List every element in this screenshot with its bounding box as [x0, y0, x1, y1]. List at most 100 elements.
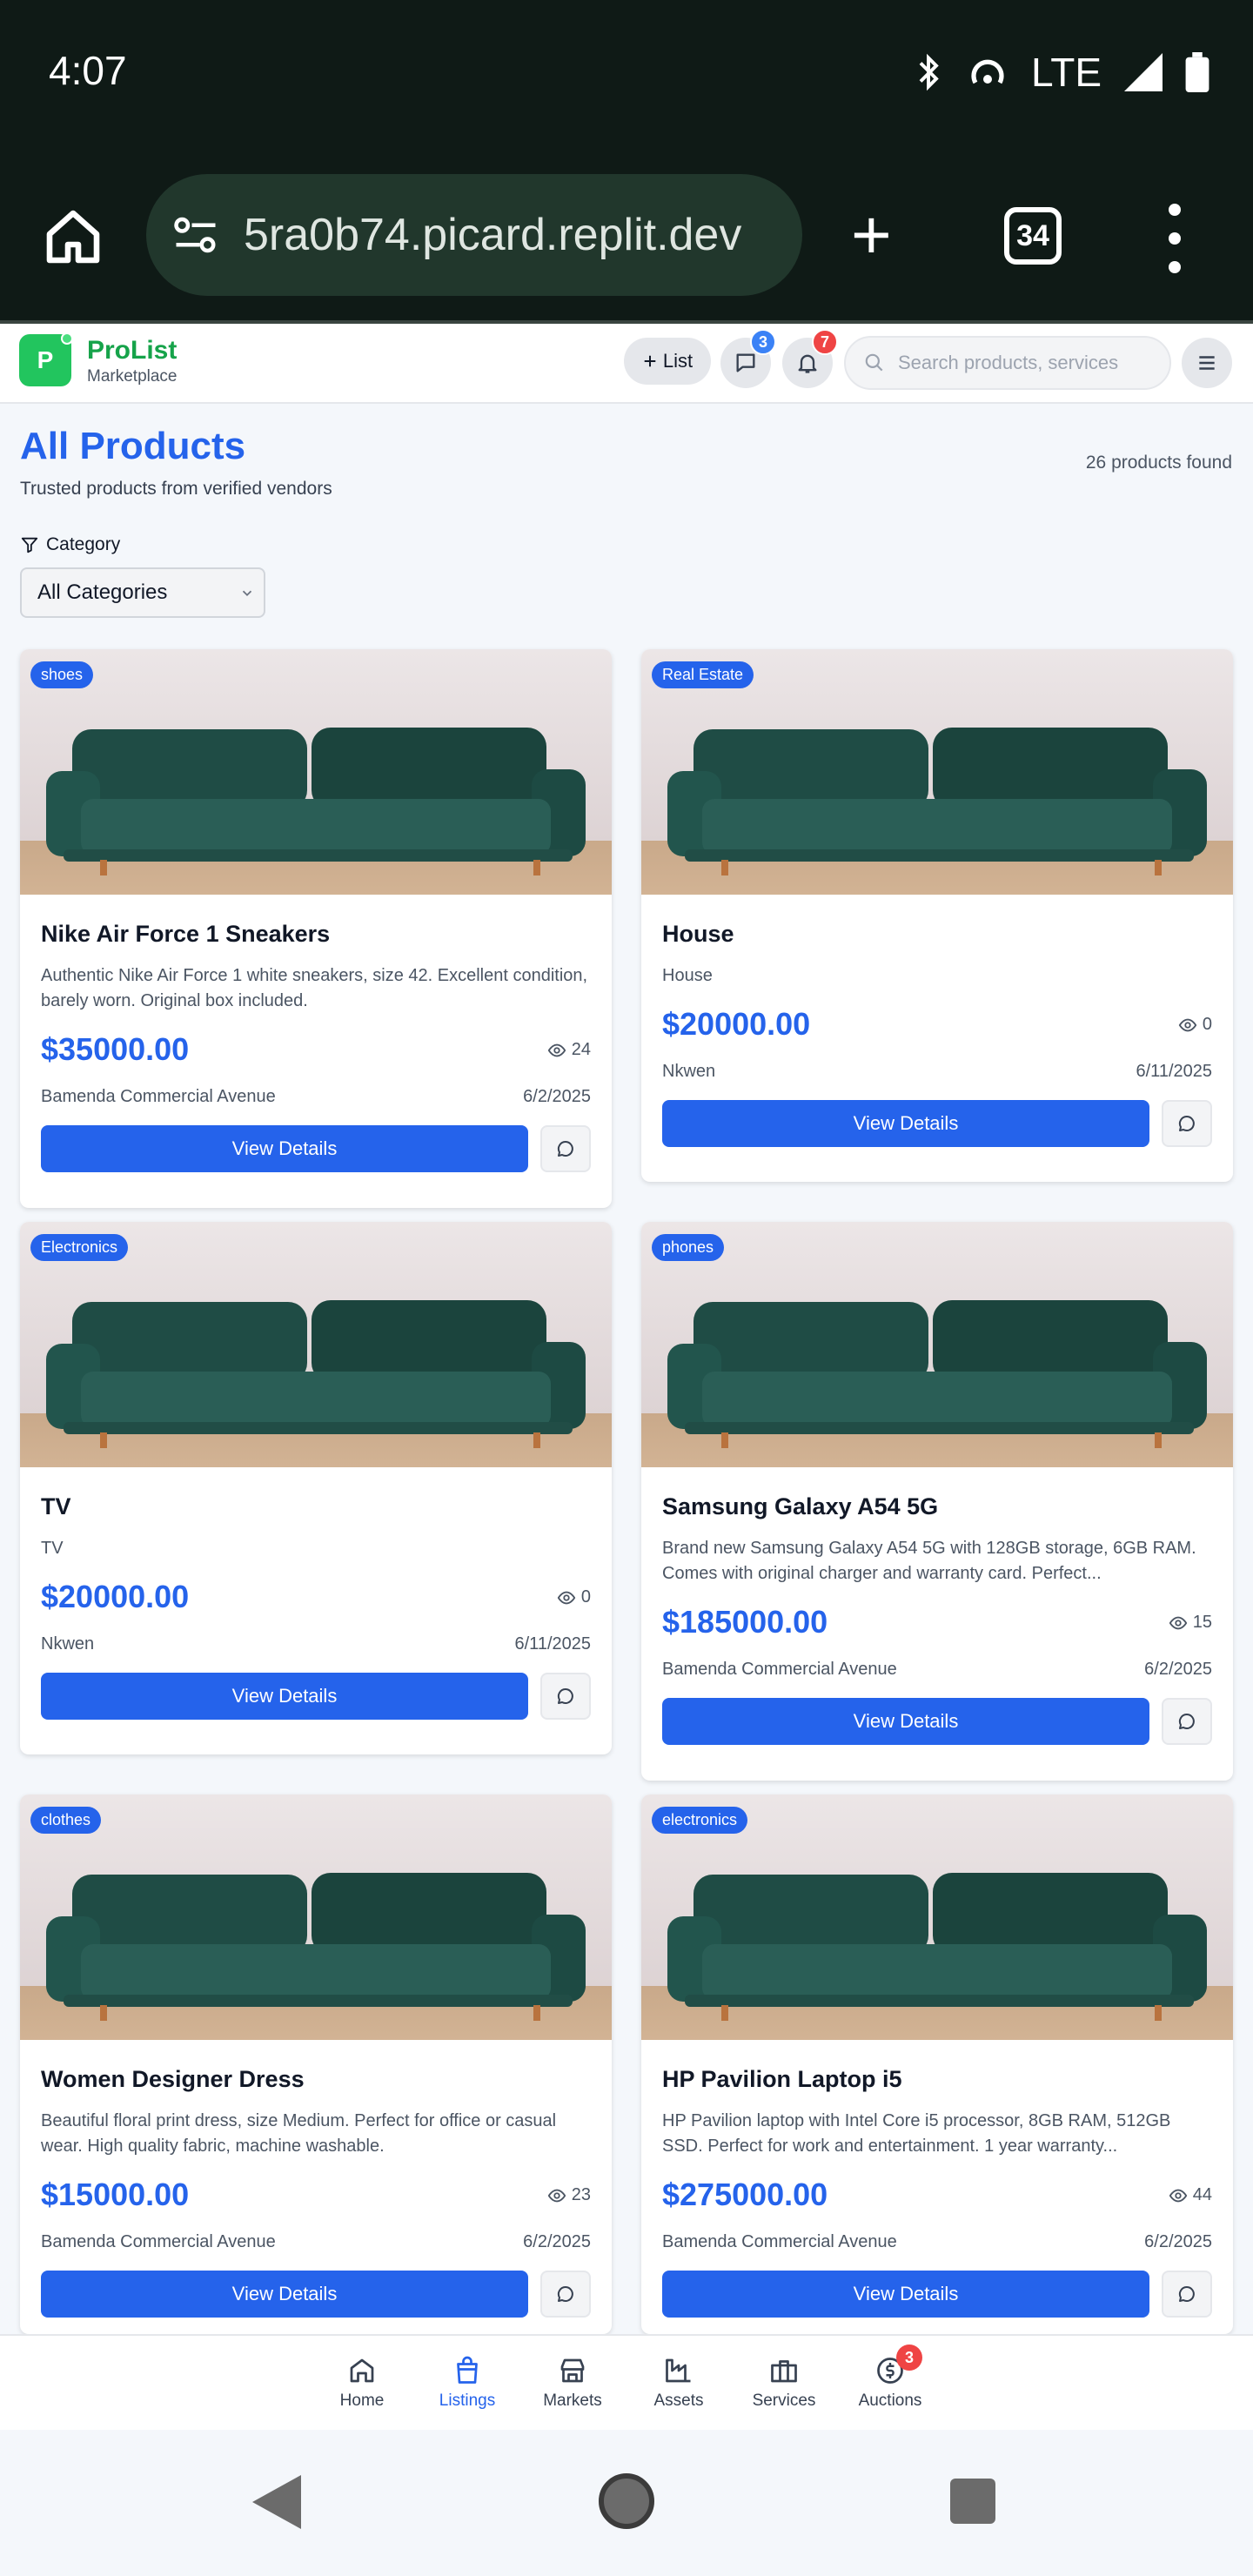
product-date: 6/11/2025: [514, 1634, 592, 1654]
product-image[interactable]: phones: [641, 1222, 1233, 1467]
product-title[interactable]: TV: [41, 1493, 591, 1520]
category-tag: Real Estate: [652, 661, 754, 688]
message-seller-button[interactable]: [1162, 1100, 1212, 1147]
product-image[interactable]: Electronics: [20, 1222, 612, 1467]
search-input[interactable]: Search products, services: [844, 336, 1171, 390]
home-icon: [350, 2358, 374, 2383]
eye-icon: [547, 2189, 566, 2202]
message-seller-button[interactable]: [1162, 1698, 1212, 1745]
product-card[interactable]: shoes Nike Air Force 1 Sneakers Authentic …: [20, 649, 612, 1208]
view-details-button[interactable]: View Details: [662, 1100, 1149, 1147]
eye-icon: [1178, 1018, 1197, 1031]
system-home-button[interactable]: [599, 2473, 654, 2529]
signal-icon: [1124, 53, 1163, 91]
browser-menu-button[interactable]: [1166, 204, 1183, 273]
plus-icon: [644, 355, 656, 367]
sofa-image: [46, 1873, 586, 2021]
product-description: Authentic Nike Air Force 1 white sneaker…: [41, 966, 588, 1010]
nav-services[interactable]: Services: [736, 2355, 832, 2411]
shopping-bag-icon: [457, 2356, 478, 2384]
nav-markets[interactable]: Markets: [525, 2355, 620, 2411]
bell-icon: [798, 354, 817, 373]
product-card[interactable]: Electronics TV TV $20000.00 0 Nkwen 6/11/2025 V…: [20, 1222, 612, 1754]
nav-home[interactable]: Home: [314, 2355, 410, 2411]
eye-icon: [547, 1043, 566, 1057]
nav-auctions[interactable]: Auctions 3: [842, 2345, 938, 2411]
product-card[interactable]: electronics HP Pavilion Laptop i5 HP Pavil…: [641, 1794, 1233, 2334]
menu-button[interactable]: [1182, 338, 1232, 388]
nav-assets[interactable]: Assets: [631, 2355, 727, 2411]
eye-icon: [1169, 2189, 1187, 2202]
product-location: Bamenda Commercial Avenue: [41, 2232, 276, 2251]
view-details-button[interactable]: View Details: [41, 1125, 528, 1172]
product-title[interactable]: Samsung Galaxy A54 5G: [662, 1493, 1212, 1520]
product-date: 6/2/2025: [1144, 2232, 1212, 2251]
product-image[interactable]: clothes: [20, 1794, 612, 2040]
brand-name[interactable]: ProList: [87, 336, 177, 366]
notifications-button[interactable]: 7: [782, 329, 838, 388]
product-price: $275000.00: [662, 2177, 828, 2212]
product-card[interactable]: Real Estate House House $20000.00 0 Nkwen 6/11…: [641, 649, 1233, 1182]
recents-button[interactable]: [950, 2479, 995, 2524]
chat-icon: [1178, 2285, 1195, 2302]
nav-listings[interactable]: Listings: [419, 2355, 515, 2411]
system-nav-bar: [0, 2430, 1253, 2576]
view-details-button[interactable]: View Details: [41, 2271, 528, 2318]
nav-assets-label: Assets: [653, 2392, 704, 2410]
product-title[interactable]: HP Pavilion Laptop i5: [662, 2066, 1212, 2093]
filter-icon: [21, 537, 38, 553]
product-title[interactable]: House: [662, 921, 1212, 948]
site-settings-icon[interactable]: [172, 214, 219, 256]
product-card[interactable]: phones Samsung Galaxy A54 5G Brand new Sam…: [641, 1222, 1233, 1781]
nav-listings-label: Listings: [439, 2392, 496, 2410]
system-icons: LTE: [913, 49, 1209, 96]
messages-button[interactable]: 3: [720, 329, 776, 388]
notifications-badge: 7: [812, 329, 838, 355]
back-icon[interactable]: [252, 2475, 301, 2529]
nav-home-label: Home: [339, 2392, 385, 2410]
status-time: 4:07: [49, 48, 127, 93]
message-seller-button[interactable]: [1162, 2271, 1212, 2318]
chat-icon: [557, 1687, 573, 1704]
product-card[interactable]: clothes Women Designer Dress Beautiful flo…: [20, 1794, 612, 2334]
view-count: 44: [1169, 2185, 1212, 2205]
logo-status-dot: [61, 332, 73, 345]
browser-home-icon[interactable]: [42, 205, 104, 268]
briefcase-icon: [771, 2360, 797, 2383]
sofa-image: [667, 1300, 1207, 1448]
url-text: 5ra0b74.picard.replit.dev: [244, 210, 742, 260]
product-title[interactable]: Nike Air Force 1 Sneakers: [41, 921, 591, 948]
category-select[interactable]: All Categories: [20, 567, 265, 618]
message-seller-button[interactable]: [540, 2271, 591, 2318]
nav-services-label: Services: [752, 2392, 816, 2410]
message-seller-button[interactable]: [540, 1673, 591, 1720]
url-bar[interactable]: 5ra0b74.picard.replit.dev: [146, 174, 802, 296]
product-image[interactable]: Real Estate: [641, 649, 1233, 895]
nav-markets-label: Markets: [543, 2392, 602, 2410]
sofa-image: [46, 1300, 586, 1448]
product-image[interactable]: electronics: [641, 1794, 1233, 2040]
tab-switcher-button[interactable]: 34: [1004, 207, 1062, 265]
bluetooth-icon: [919, 53, 939, 91]
message-seller-button[interactable]: [540, 1125, 591, 1172]
product-date: 6/11/2025: [1136, 1062, 1213, 1081]
view-count: 23: [547, 2185, 591, 2205]
page-subtitle: Trusted products from verified vendors: [20, 479, 332, 499]
eye-icon: [557, 1591, 576, 1604]
hotspot-icon: [971, 59, 1004, 84]
view-details-button[interactable]: View Details: [662, 2271, 1149, 2318]
view-details-button[interactable]: View Details: [41, 1673, 528, 1720]
chat-icon: [1178, 1115, 1195, 1131]
product-date: 6/2/2025: [1144, 1660, 1212, 1679]
view-details-button[interactable]: View Details: [662, 1698, 1149, 1745]
store-icon: [560, 2358, 585, 2383]
category-label-text: Category: [46, 534, 121, 554]
new-tab-button[interactable]: +: [851, 200, 892, 270]
list-button[interactable]: List: [624, 338, 711, 385]
list-button-label: List: [662, 350, 694, 372]
hamburger-icon: [1199, 356, 1215, 370]
product-title[interactable]: Women Designer Dress: [41, 2066, 591, 2093]
product-image[interactable]: shoes: [20, 649, 612, 895]
product-date: 6/2/2025: [523, 1087, 591, 1106]
product-location: Nkwen: [41, 1634, 95, 1654]
